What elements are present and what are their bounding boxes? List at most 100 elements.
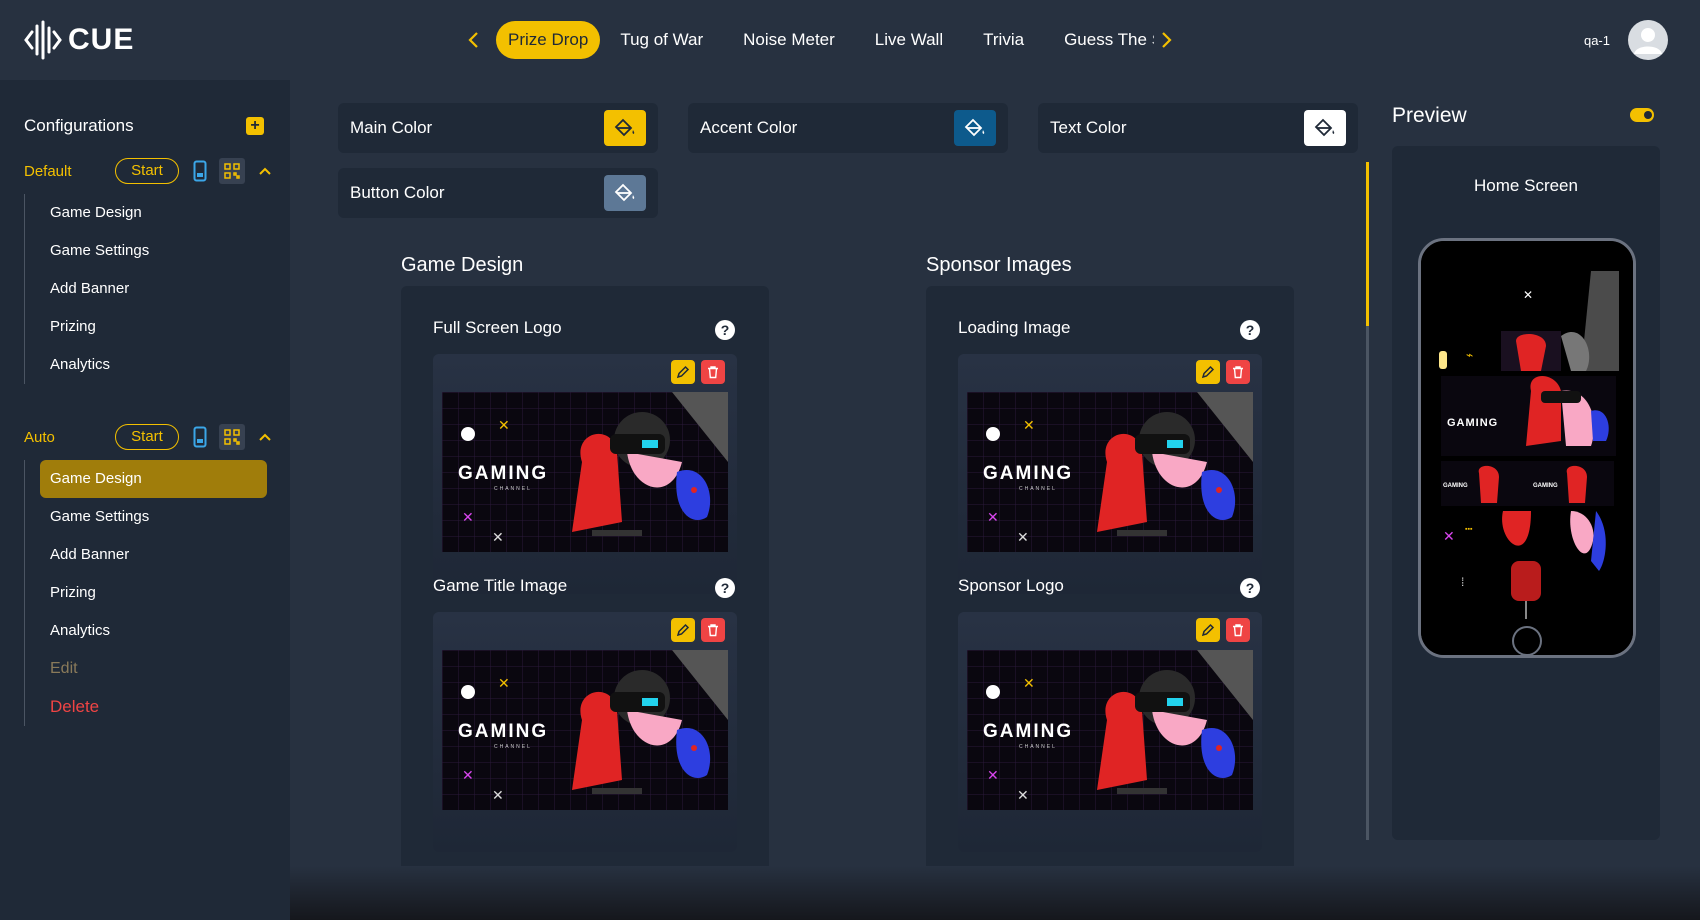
delete-image-button[interactable] (701, 618, 725, 642)
image-uploader[interactable]: ✕ ✕ ✕ GAMING CHANNEL (433, 612, 737, 852)
menu-game-design[interactable]: Game Design (40, 460, 267, 498)
accent-color-label: Accent Color (700, 118, 798, 137)
cue-logo-icon (24, 20, 62, 60)
tab-noise-meter[interactable]: Noise Meter (723, 21, 855, 59)
gaming-image-thumbnail: ✕ ✕ ✕ GAMING CHANNEL (442, 650, 728, 810)
paint-bucket-icon[interactable] (604, 175, 646, 211)
main-content: Main Color Accent Color Text Color Butto… (290, 80, 1370, 920)
delete-config-link[interactable]: Delete (24, 688, 274, 726)
image-label: Game Title Image (433, 576, 568, 595)
app-name: CUE (68, 23, 135, 56)
pencil-icon (676, 365, 690, 379)
start-button[interactable]: Start (115, 158, 179, 184)
preview-screen-label: Home Screen (1474, 176, 1578, 195)
menu-prizing[interactable]: Prizing (24, 308, 274, 346)
config-name[interactable]: Default (24, 163, 115, 180)
phone-screen-image: ✕ ⌁ GAMING GAMING GAMING ✕ ▪▪▪ ⁞ (1421, 241, 1633, 655)
help-icon[interactable]: ? (1240, 578, 1260, 598)
config-name[interactable]: Auto (24, 429, 115, 446)
text-color-label: Text Color (1050, 118, 1127, 137)
image-label: Full Screen Logo (433, 318, 562, 337)
gaming-image-thumbnail: ✕ ✕ ✕ GAMING CHANNEL (967, 392, 1253, 552)
chevron-up-icon[interactable] (257, 158, 273, 184)
help-icon[interactable]: ? (1240, 320, 1260, 340)
delete-image-button[interactable] (1226, 618, 1250, 642)
config-menu: Game Design Game Settings Add Banner Pri… (24, 460, 274, 726)
qr-code-icon[interactable] (219, 158, 245, 184)
svg-text:✕: ✕ (498, 675, 510, 691)
text-color-field[interactable]: Text Color (1038, 103, 1358, 153)
edit-image-button[interactable] (1196, 618, 1220, 642)
svg-text:GAMING: GAMING (1443, 483, 1468, 489)
image-label: Sponsor Logo (958, 576, 1064, 595)
add-configuration-button[interactable]: + (246, 117, 264, 135)
svg-text:✕: ✕ (498, 417, 510, 433)
nav-prev-button[interactable] (462, 20, 486, 60)
app-logo[interactable]: CUE (24, 20, 134, 60)
help-icon[interactable]: ? (715, 578, 735, 598)
accent-color-field[interactable]: Accent Color (688, 103, 1008, 153)
start-button[interactable]: Start (115, 424, 179, 450)
image-uploader[interactable]: ✕ ✕ ✕ GAMING CHANNEL (958, 612, 1262, 852)
tab-trivia[interactable]: Trivia (963, 21, 1044, 59)
sponsor-images-panel: Loading Image ? ✕ ✕ ✕ GAMING CHANNEL Spo… (926, 286, 1294, 920)
svg-text:✕: ✕ (1443, 528, 1455, 544)
qr-code-icon[interactable] (219, 424, 245, 450)
image-uploader[interactable]: ✕ ✕ ✕ GAMING CHANNEL (433, 354, 737, 594)
edit-config-link[interactable]: Edit (24, 650, 274, 688)
delete-image-button[interactable] (1226, 360, 1250, 384)
paint-bucket-icon[interactable] (954, 110, 996, 146)
config-default: Default Start Game Design Game Settings … (24, 158, 274, 384)
help-icon[interactable]: ? (715, 320, 735, 340)
mobile-preview-icon[interactable] (189, 158, 211, 184)
menu-analytics[interactable]: Analytics (24, 612, 274, 650)
menu-add-banner[interactable]: Add Banner (24, 270, 274, 308)
main-color-label: Main Color (350, 118, 433, 137)
svg-text:✕: ✕ (462, 509, 474, 525)
paint-bucket-icon[interactable] (1304, 110, 1346, 146)
svg-text:GAMING: GAMING (1533, 483, 1558, 489)
paint-bucket-icon[interactable] (604, 110, 646, 146)
preview-toggle[interactable] (1630, 108, 1654, 122)
config-auto: Auto Start Game Design Game Settings Add… (24, 424, 274, 726)
svg-text:▪▪▪: ▪▪▪ (1465, 526, 1473, 533)
svg-text:✕: ✕ (1023, 417, 1035, 433)
menu-prizing[interactable]: Prizing (24, 574, 274, 612)
sidebar: Configurations + Default Start Game Desi… (0, 80, 290, 920)
edit-image-button[interactable] (671, 618, 695, 642)
edit-image-button[interactable] (1196, 360, 1220, 384)
menu-game-design[interactable]: Game Design (24, 194, 274, 232)
menu-analytics[interactable]: Analytics (24, 346, 274, 384)
delete-image-button[interactable] (701, 360, 725, 384)
menu-game-settings[interactable]: Game Settings (24, 498, 274, 536)
footer-strip (290, 866, 1700, 920)
svg-text:✕: ✕ (492, 529, 504, 545)
phone-preview: ✕ ⌁ GAMING GAMING GAMING ✕ ▪▪▪ ⁞ (1418, 238, 1636, 658)
game-tabs: Prize Drop Tug of War Noise Meter Live W… (462, 20, 1178, 60)
image-uploader[interactable]: ✕ ✕ ✕ GAMING CHANNEL (958, 354, 1262, 594)
nav-next-button[interactable] (1154, 20, 1178, 60)
user-menu[interactable]: qa-1 (1584, 20, 1668, 60)
tab-tug-of-war[interactable]: Tug of War (600, 21, 723, 59)
button-color-field[interactable]: Button Color (338, 168, 658, 218)
main-scrollbar-thumb[interactable] (1366, 162, 1369, 326)
tab-guess-the-score[interactable]: Guess The Sc (1044, 21, 1154, 59)
thumb-headline: GAMING (983, 721, 1073, 742)
svg-text:GAMING: GAMING (1447, 417, 1498, 429)
main-color-field[interactable]: Main Color (338, 103, 658, 153)
chevron-up-icon[interactable] (257, 424, 273, 450)
menu-add-banner[interactable]: Add Banner (24, 536, 274, 574)
sponsor-images-title: Sponsor Images (926, 254, 1072, 276)
mobile-preview-icon[interactable] (189, 424, 211, 450)
trash-icon (1233, 366, 1243, 379)
preview-panel: Home Screen ✕ ⌁ GAMING GAMING GAMING ✕ ▪… (1392, 146, 1660, 840)
edit-image-button[interactable] (671, 360, 695, 384)
thumb-headline: GAMING (458, 463, 548, 484)
user-avatar-icon[interactable] (1628, 20, 1668, 60)
tab-prize-drop[interactable]: Prize Drop (496, 21, 601, 59)
chevron-left-icon (468, 32, 478, 48)
trash-icon (708, 624, 718, 637)
game-design-panel: Full Screen Logo ? ✕ ✕ ✕ GAMING CHANNEL … (401, 286, 769, 920)
tab-live-wall[interactable]: Live Wall (855, 21, 963, 59)
menu-game-settings[interactable]: Game Settings (24, 232, 274, 270)
